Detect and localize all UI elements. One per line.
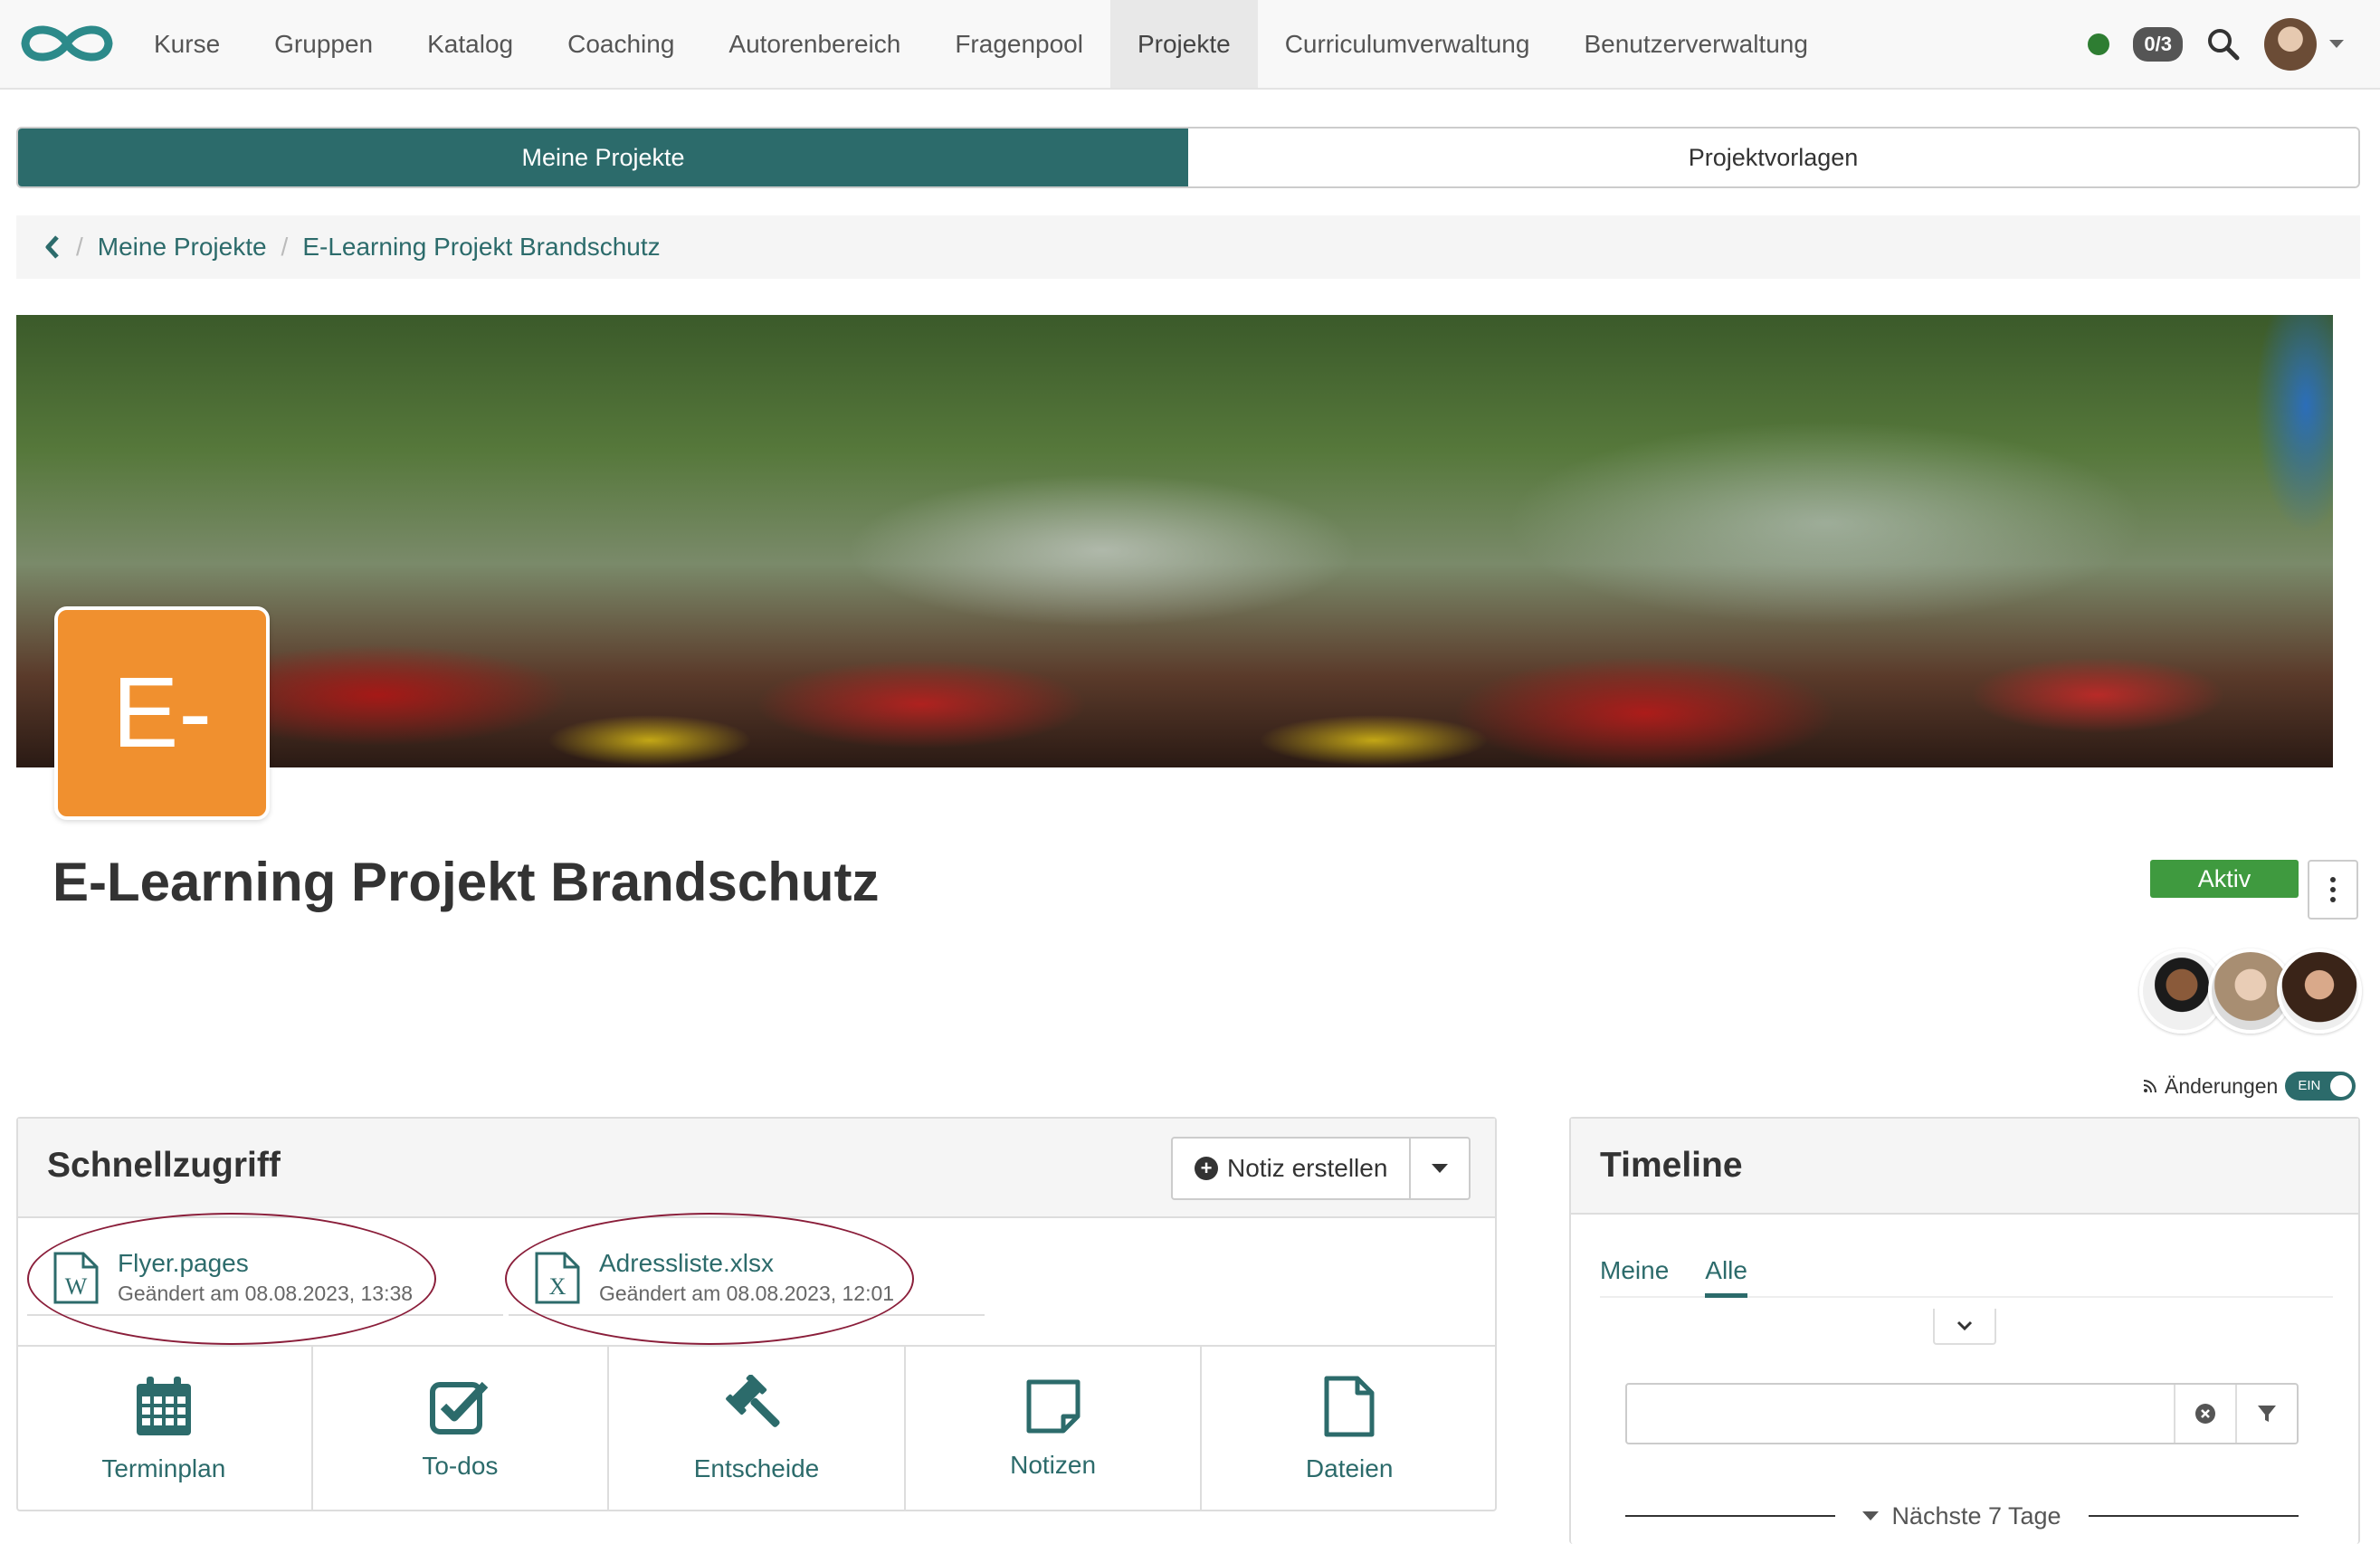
create-note-dropdown-toggle[interactable] xyxy=(1411,1139,1469,1198)
note-icon xyxy=(1026,1379,1081,1434)
timeline-group-text: Nächste 7 Tage xyxy=(1891,1501,2061,1530)
tile-label: Dateien xyxy=(1305,1454,1394,1482)
tab-meine-projekte[interactable]: Meine Projekte xyxy=(18,129,1188,186)
checkbox-icon xyxy=(430,1381,489,1434)
quick-access-header: Schnellzugriff + Notiz erstellen xyxy=(18,1119,1495,1218)
timeline-tab-alle[interactable]: Alle xyxy=(1705,1256,1747,1298)
project-avatar-tile: E- xyxy=(54,606,270,820)
nav-item-fragenpool[interactable]: Fragenpool xyxy=(928,0,1110,88)
nav-item-katalog[interactable]: Katalog xyxy=(400,0,540,88)
breadcrumb-parent-link[interactable]: Meine Projekte xyxy=(98,233,267,262)
changes-label: Änderungen xyxy=(2165,1073,2279,1098)
main-nav: Kurse Gruppen Katalog Coaching Autorenbe… xyxy=(127,0,1835,88)
tile-dateien[interactable]: Dateien xyxy=(1202,1347,1497,1511)
chevron-down-icon xyxy=(1956,1320,1973,1331)
project-banner-image xyxy=(16,315,2333,767)
online-count-badge[interactable]: 0/3 xyxy=(2133,26,2183,62)
rss-icon xyxy=(2143,1080,2156,1093)
status-badge[interactable]: Aktiv xyxy=(2150,860,2299,898)
filter-icon xyxy=(2258,1406,2276,1422)
nav-item-coaching[interactable]: Coaching xyxy=(540,0,701,88)
timeline-panel: Timeline Meine Alle Nächste 7 Tage xyxy=(1569,1117,2360,1544)
openolat-logo-icon[interactable] xyxy=(18,20,116,67)
more-options-button[interactable] xyxy=(2308,860,2358,920)
online-status-icon[interactable] xyxy=(2088,33,2110,55)
caret-down-icon xyxy=(1862,1511,1880,1520)
breadcrumb-current[interactable]: E-Learning Projekt Brandschutz xyxy=(302,233,660,262)
project-members[interactable] xyxy=(2139,948,2362,1034)
timeline-search xyxy=(1625,1383,2299,1444)
create-note-button[interactable]: + Notiz erstellen xyxy=(1173,1139,1412,1198)
timeline-tabs: Meine Alle xyxy=(1600,1256,2333,1298)
create-note-button-group: + Notiz erstellen xyxy=(1171,1137,1471,1200)
timeline-group-label: Nächste 7 Tage xyxy=(1835,1502,2088,1530)
clear-icon xyxy=(2195,1404,2215,1424)
timeline-group-header[interactable]: Nächste 7 Tage xyxy=(1625,1501,2299,1531)
user-menu[interactable] xyxy=(2264,17,2344,71)
project-tabs: Meine Projekte Projektvorlagen xyxy=(16,127,2360,188)
search-icon[interactable] xyxy=(2206,27,2241,62)
gavel-icon xyxy=(726,1375,780,1427)
timeline-title: Timeline xyxy=(1600,1146,1743,1185)
member-avatar[interactable] xyxy=(2277,948,2362,1034)
nav-item-autorenbereich[interactable]: Autorenbereich xyxy=(701,0,928,88)
nav-item-kurse[interactable]: Kurse xyxy=(127,0,247,88)
quick-access-title: Schnellzugriff xyxy=(47,1146,281,1185)
changes-toggle[interactable]: EIN xyxy=(2285,1072,2356,1101)
top-navigation-bar: Kurse Gruppen Katalog Coaching Autorenbe… xyxy=(0,0,2380,90)
tab-projektvorlagen[interactable]: Projektvorlagen xyxy=(1188,129,2358,186)
back-chevron-icon[interactable] xyxy=(43,234,62,260)
user-avatar[interactable] xyxy=(2264,17,2317,71)
page-title: E-Learning Projekt Brandschutz xyxy=(52,852,880,912)
nav-right-tools: 0/3 xyxy=(2088,0,2344,88)
changes-subscription: Änderungen EIN xyxy=(2143,1072,2356,1101)
breadcrumb-separator: / xyxy=(281,233,289,261)
nav-item-projekte[interactable]: Projekte xyxy=(1109,0,1258,88)
divider xyxy=(1625,1515,1836,1517)
chevron-down-icon xyxy=(2329,40,2344,48)
clear-search-button[interactable] xyxy=(2174,1385,2235,1443)
tile-label: To-dos xyxy=(422,1452,499,1480)
timeline-search-input[interactable] xyxy=(1627,1385,2174,1443)
file-icon xyxy=(1324,1376,1375,1437)
tile-label: Notizen xyxy=(1010,1451,1097,1479)
tile-label: Terminplan xyxy=(101,1454,226,1482)
annotation-ellipse xyxy=(505,1213,914,1345)
tile-terminplan[interactable]: Terminplan xyxy=(16,1347,313,1511)
chevron-down-icon xyxy=(1432,1164,1449,1173)
timeline-tab-meine[interactable]: Meine xyxy=(1600,1256,1669,1298)
quick-access-tiles: Terminplan To-dos Entscheide Notizen Dat… xyxy=(16,1345,1497,1511)
nav-item-benutzerverwaltung[interactable]: Benutzerverwaltung xyxy=(1557,0,1834,88)
breadcrumb: / Meine Projekte / E-Learning Projekt Br… xyxy=(16,215,2360,279)
tile-label: Entscheide xyxy=(693,1454,820,1482)
calendar-icon xyxy=(136,1377,191,1435)
annotation-ellipse xyxy=(27,1213,436,1345)
plus-circle-icon: + xyxy=(1195,1157,1218,1180)
tile-notizen[interactable]: Notizen xyxy=(906,1347,1203,1511)
divider xyxy=(2088,1515,2299,1517)
filter-button[interactable] xyxy=(2235,1385,2297,1443)
timeline-header: Timeline xyxy=(1571,1119,2358,1215)
tile-todos[interactable]: To-dos xyxy=(313,1347,610,1511)
create-note-label: Notiz erstellen xyxy=(1227,1154,1388,1182)
tile-entscheide[interactable]: Entscheide xyxy=(609,1347,906,1511)
breadcrumb-separator: / xyxy=(76,233,83,261)
timeline-expand-button[interactable] xyxy=(1933,1309,1996,1345)
nav-item-curriculumverwaltung[interactable]: Curriculumverwaltung xyxy=(1258,0,1557,88)
nav-item-gruppen[interactable]: Gruppen xyxy=(247,0,400,88)
